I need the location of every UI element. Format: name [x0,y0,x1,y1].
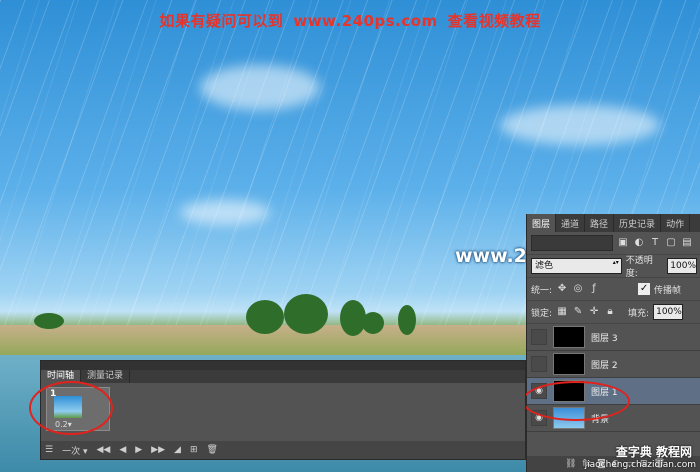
unify-style-icon[interactable]: ƒ [588,283,600,295]
unify-visibility-icon[interactable]: ◎ [572,283,584,295]
propagate-checkbox[interactable]: ✓ [638,283,651,295]
blend-row: 滤色 不透明度: 100% [527,255,700,279]
loop-select[interactable]: 一次 ▾ [62,444,87,457]
propagate-label: 传播帧 [654,285,682,296]
timeline-toolbar: ☰ 一次 ▾ ◀◀ ◀ ▶ ▶▶ ◢ ⊞ 🗑︎ [41,441,525,459]
unify-row: 统一: ✥ ◎ ƒ ✓ 传播帧 [527,278,700,301]
layer-row[interactable]: 图层 3 [527,324,700,351]
loop-value: 一次 [62,446,81,457]
banner-url: www.240ps.com [293,12,438,30]
fill-input[interactable]: 100% [653,304,684,320]
layers-panel: 图层 通道 路径 历史记录 动作 ▣ ◐ T ▢ ▤ 滤色 不透明度: 100%… [526,214,700,472]
opacity-label: 不透明度: [625,256,653,279]
tree [398,305,416,335]
convert-icon[interactable]: ☰ [45,445,53,455]
tab-history[interactable]: 历史记录 [614,214,662,232]
type-filter-icon[interactable]: T [649,237,661,249]
tutorial-banner: 如果有疑问可以到 www.240ps.com 查看视频教程 [0,10,700,31]
first-frame-icon[interactable]: ◀◀ [96,445,110,455]
lock-paint-icon[interactable]: ✎ [572,306,584,318]
layer-thumbnail [553,326,585,348]
image-filter-icon[interactable]: ▣ [617,237,629,249]
shape-filter-icon[interactable]: ▢ [665,237,677,249]
highlight-ring [522,381,630,421]
layer-filter-row: ▣ ◐ T ▢ ▤ [527,232,700,255]
lock-row: 锁定: ▦ ✎ ✛ 🔒︎ 填充: 100% [527,301,700,324]
lock-all-icon[interactable]: 🔒︎ [604,306,616,318]
fill-label: 填充: [628,308,650,319]
tab-paths[interactable]: 路径 [585,214,615,232]
unify-label: 统一: [531,285,553,296]
play-icon[interactable]: ▶ [135,445,142,455]
opacity-input[interactable]: 100% [667,258,697,274]
tree [34,313,64,329]
timeline-tabs: 时间轴 测量记录 [41,370,525,383]
banner-text-after: 查看视频教程 [447,12,541,30]
timeline-panel: 时间轴 测量记录 1 0.2▾ ☰ 一次 ▾ ◀◀ ◀ ▶ ▶▶ ◢ ⊞ 🗑︎ [29,360,526,460]
lock-transparent-icon[interactable]: ▦ [556,306,568,318]
tree [284,294,328,334]
tree [362,312,384,334]
layer-filter-select[interactable] [531,235,613,251]
panel-header [41,361,525,370]
lock-position-icon[interactable]: ✛ [588,306,600,318]
cloud [500,105,660,145]
layer-name: 图层 2 [591,360,618,371]
layer-row[interactable]: 图层 2 [527,351,700,378]
tab-actions[interactable]: 动作 [661,214,691,232]
tree [246,300,284,334]
delete-frame-icon[interactable]: 🗑︎ [206,445,217,455]
adjustment-filter-icon[interactable]: ◐ [633,237,645,249]
layer-name: 图层 3 [591,333,618,344]
cloud [180,200,270,225]
banner-text: 如果有疑问可以到 [159,12,284,30]
duplicate-frame-icon[interactable]: ⊞ [190,445,198,455]
visibility-toggle[interactable] [531,356,547,372]
unify-position-icon[interactable]: ✥ [556,283,568,295]
tween-icon[interactable]: ◢ [174,445,181,455]
smart-object-filter-icon[interactable]: ▤ [681,237,693,249]
visibility-toggle[interactable] [531,329,547,345]
site-url: jiaocheng.chazidian.com [584,460,696,470]
link-icon[interactable]: ⛓ [565,459,576,469]
layer-thumbnail [553,353,585,375]
prev-frame-icon[interactable]: ◀ [119,445,126,455]
next-frame-icon[interactable]: ▶▶ [151,445,165,455]
blend-mode-select[interactable]: 滤色 [531,258,622,274]
highlight-ring [29,381,113,435]
layers-panel-tabs: 图层 通道 路径 历史记录 动作 [527,214,700,232]
lock-label: 锁定: [531,308,553,319]
tab-layers[interactable]: 图层 [527,214,557,232]
tab-channels[interactable]: 通道 [556,214,586,232]
cloud [200,65,320,110]
tab-measurement-log[interactable]: 测量记录 [81,370,131,383]
site-name: 查字典 教程网 [615,445,692,459]
